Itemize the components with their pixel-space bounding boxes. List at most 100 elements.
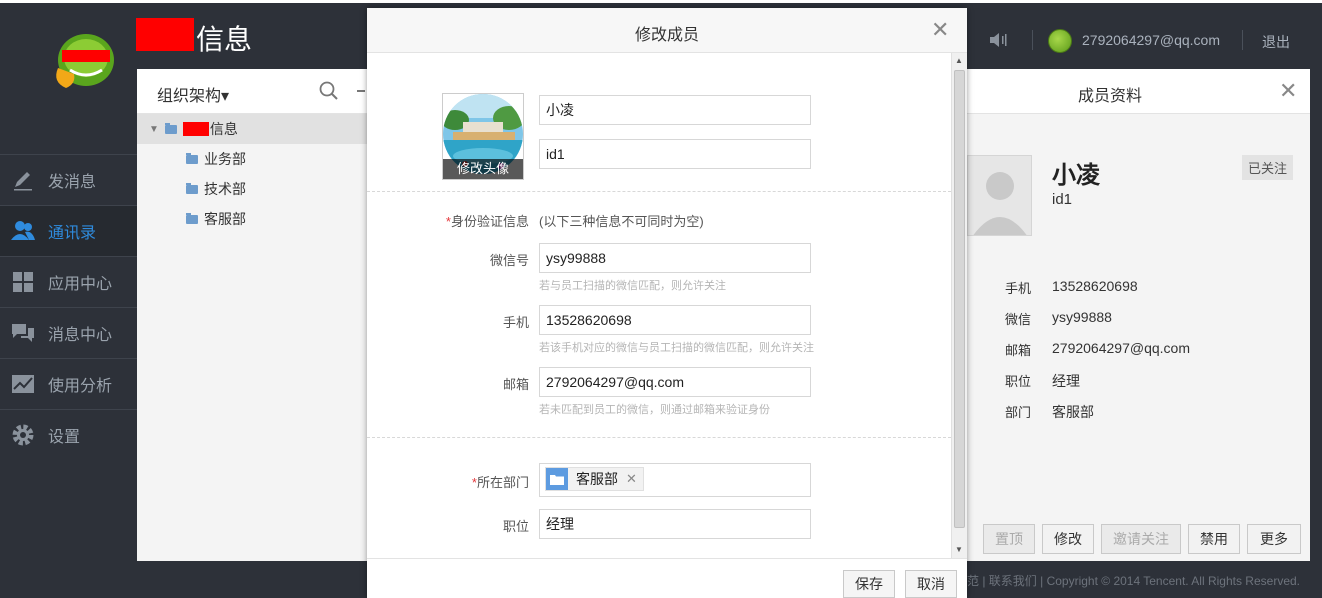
divider	[1032, 30, 1033, 50]
department-tag-label: 客服部	[576, 471, 618, 487]
profile-id: id1	[1052, 191, 1073, 208]
scroll-thumb[interactable]	[954, 70, 965, 528]
sidebar-item-settings[interactable]: 设置	[0, 409, 137, 460]
name-input[interactable]: 小凌	[539, 95, 811, 125]
sidebar-item-label: 消息中心	[48, 327, 113, 344]
remove-icon[interactable]: ✕	[626, 471, 637, 487]
profile-header: 成员资料 ✕	[967, 69, 1310, 114]
org-header: 组织架构▾	[137, 69, 367, 114]
redacted-name	[182, 122, 209, 136]
search-icon[interactable]	[319, 81, 339, 104]
scroll-down-icon[interactable]: ▼	[955, 545, 963, 554]
field-value: 2792064297@qq.com	[1052, 340, 1190, 356]
pin-button[interactable]: 置顶	[983, 524, 1035, 554]
sidebar-item-label: 发消息	[48, 174, 97, 191]
tree-node-dept[interactable]: 技术部	[137, 174, 367, 204]
org-dropdown[interactable]: 组织架构▾	[157, 82, 229, 106]
cancel-button[interactable]: 取消	[905, 570, 957, 598]
expand-arrow-icon[interactable]: ▼	[149, 124, 159, 135]
department-picker[interactable]: 客服部 ✕	[539, 463, 811, 497]
messages-icon	[10, 320, 36, 346]
profile-panel: 成员资料 ✕ 小凌 id1 已关注 手机 13528620698 微信 ysy9…	[967, 69, 1310, 561]
profile-name: 小凌	[1052, 162, 1100, 189]
folder-icon	[164, 122, 177, 134]
edit-button[interactable]: 修改	[1042, 524, 1094, 554]
top-edge	[0, 0, 1322, 3]
org-panel: 组织架构▾ ▼ 信息 业务部 技术部 客服部	[137, 69, 367, 561]
footer: 范 | 联系我们 | Copyright © 2014 Tencent. All…	[967, 574, 1300, 588]
contacts-icon	[10, 218, 36, 244]
sidebar-item-contacts[interactable]: 通讯录	[0, 205, 137, 256]
pencil-icon	[10, 167, 36, 193]
app-title: 信息	[196, 24, 253, 55]
profile-title: 成员资料	[1078, 88, 1143, 105]
field-label: 邮箱	[1005, 343, 1032, 358]
change-avatar-label[interactable]: 修改头像	[443, 159, 523, 179]
sidebar-item-label: 应用中心	[48, 276, 113, 293]
speaker-icon[interactable]	[988, 31, 1010, 49]
redacted-name	[136, 18, 194, 51]
identity-label-text: 身份验证信息	[450, 214, 529, 229]
field-label: 手机	[1005, 281, 1032, 296]
dialog-body: 修改头像 小凌 id1 *身份验证信息 (以下三种信息不可同时为空) 微信号 y…	[367, 53, 951, 558]
field-value: 13528620698	[1052, 278, 1138, 294]
disable-button[interactable]: 禁用	[1188, 524, 1240, 554]
dialog-scrollbar[interactable]: ▲ ▼	[951, 53, 967, 558]
field-label: 职位	[1005, 374, 1032, 389]
phone-input[interactable]: 13528620698	[539, 305, 811, 335]
id-input[interactable]: id1	[539, 139, 811, 169]
avatar-picker[interactable]: 修改头像	[442, 93, 524, 180]
phone-hint: 若该手机对应的微信与员工扫描的微信匹配，则允许关注	[539, 342, 814, 354]
tree-node-label: 客服部	[204, 211, 246, 227]
department-label: *所在部门	[367, 472, 529, 491]
gear-icon	[10, 422, 36, 448]
email-label: 邮箱	[502, 377, 529, 392]
tree-root-label: 信息	[209, 121, 238, 137]
wechat-label: 微信号	[489, 253, 529, 268]
invite-button[interactable]: 邀请关注	[1101, 524, 1181, 554]
email-input[interactable]: 2792064297@qq.com	[539, 367, 811, 397]
save-button[interactable]: 保存	[843, 570, 895, 598]
identity-label: *身份验证信息	[367, 211, 529, 230]
chart-icon	[10, 371, 36, 397]
folder-icon	[546, 468, 568, 490]
department-tag: 客服部 ✕	[545, 467, 644, 491]
close-icon[interactable]: ✕	[931, 19, 949, 41]
tree-node-dept[interactable]: 业务部	[137, 144, 367, 174]
sidebar-item-messages[interactable]: 消息中心	[0, 307, 137, 358]
user-email[interactable]: 2792064297@qq.com	[1082, 32, 1220, 48]
department-label-text: 所在部门	[476, 475, 529, 490]
sidebar-item-analytics[interactable]: 使用分析	[0, 358, 137, 409]
scroll-up-icon[interactable]: ▲	[955, 56, 963, 65]
folder-icon	[186, 152, 198, 164]
app-logo	[48, 28, 116, 90]
divider	[367, 191, 951, 192]
collapse-icon[interactable]	[357, 90, 365, 92]
logout-link[interactable]: 退出	[1262, 32, 1290, 52]
tree-node-label: 业务部	[204, 151, 246, 167]
wechat-input[interactable]: ysy99888	[539, 243, 811, 273]
user-avatar[interactable]	[1048, 29, 1072, 53]
more-button[interactable]: 更多	[1247, 524, 1301, 554]
folder-icon	[186, 182, 198, 194]
wechat-hint: 若与员工扫描的微信匹配，则允许关注	[539, 280, 726, 292]
divider	[367, 437, 951, 438]
sidebar-item-label: 使用分析	[48, 378, 113, 395]
apps-icon	[10, 269, 36, 295]
sidebar-item-send-message[interactable]: 发消息	[0, 154, 137, 205]
followed-badge: 已关注	[1242, 155, 1294, 180]
field-label: 微信	[1005, 312, 1032, 327]
position-input[interactable]: 经理	[539, 509, 811, 539]
folder-icon	[186, 212, 198, 224]
dialog-title: 修改成员	[634, 27, 699, 44]
tree-node-dept[interactable]: 客服部	[137, 204, 367, 234]
dialog-header: 修改成员 ✕	[367, 8, 967, 53]
identity-note: (以下三种信息不可同时为空)	[539, 214, 704, 229]
close-icon[interactable]: ✕	[1279, 80, 1297, 102]
tree-root[interactable]: ▼ 信息	[137, 114, 367, 144]
phone-label: 手机	[502, 315, 529, 330]
sidebar: 发消息 通讯录 应用中心 消息中心 使用分析 设置	[0, 154, 137, 460]
field-label: 部门	[1005, 405, 1032, 420]
divider	[1242, 30, 1243, 50]
sidebar-item-apps[interactable]: 应用中心	[0, 256, 137, 307]
